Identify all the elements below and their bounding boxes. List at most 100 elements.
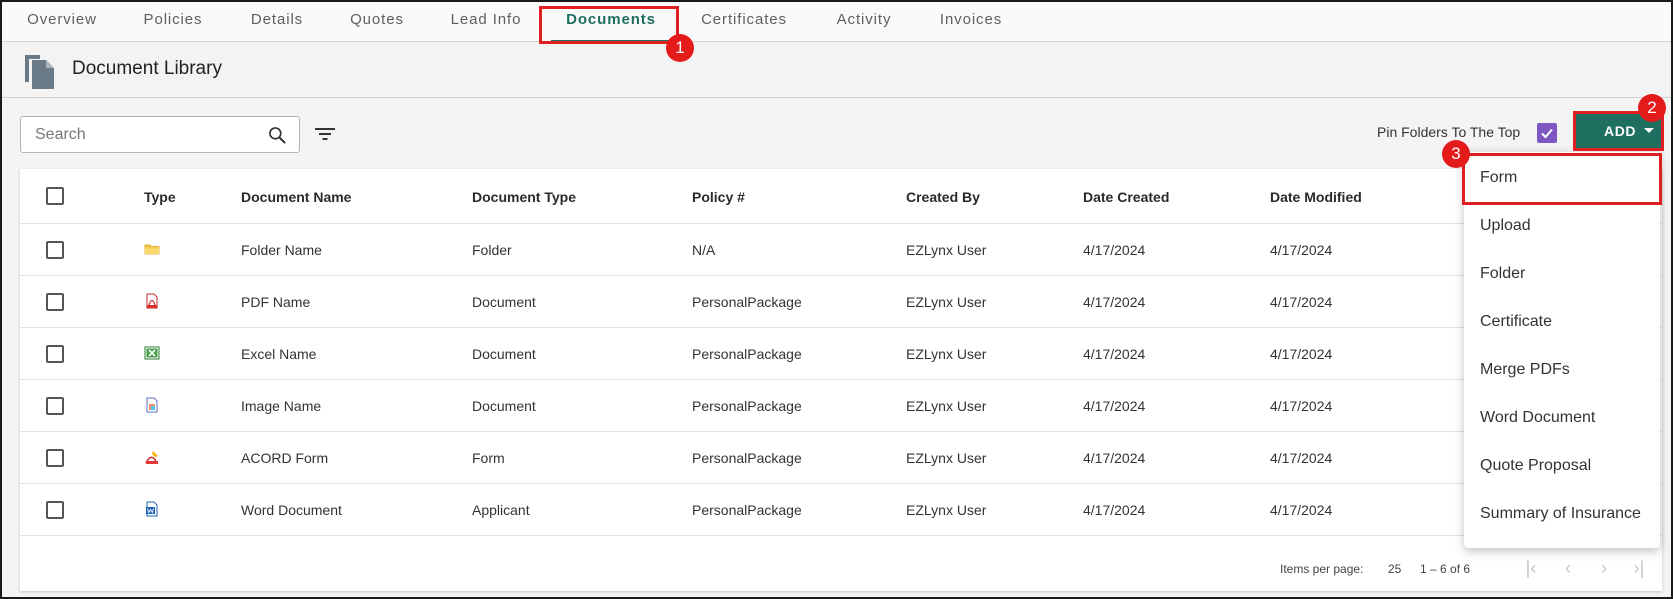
row-checkbox[interactable] [46, 449, 64, 467]
document-type: Folder [472, 242, 512, 258]
date-created: 4/17/2024 [1083, 502, 1146, 518]
document-name[interactable]: ACORD Form [241, 450, 328, 466]
page-title: Document Library [72, 58, 222, 79]
date-modified: 4/17/2024 [1270, 450, 1333, 466]
table-row[interactable]: PDF Name Document PersonalPackage EZLynx… [20, 276, 1662, 328]
tab-lead-info[interactable]: Lead Info [442, 2, 530, 42]
select-all-checkbox[interactable] [46, 187, 64, 205]
items-per-page-label: Items per page: [1280, 562, 1364, 576]
column-header-created-by[interactable]: Created By [906, 189, 980, 205]
pdf-icon [146, 293, 158, 309]
document-type: Document [472, 294, 536, 310]
policy-number: PersonalPackage [692, 502, 802, 518]
table-row[interactable]: Image Name Document PersonalPackage EZLy… [20, 380, 1662, 432]
date-modified: 4/17/2024 [1270, 294, 1333, 310]
menu-item-summary-of-insurance[interactable]: Summary of Insurance [1464, 490, 1660, 538]
column-header-document-name[interactable]: Document Name [241, 189, 351, 205]
column-header-type[interactable]: Type [144, 189, 176, 205]
next-page-icon[interactable]: › [1593, 558, 1615, 578]
column-header-policy[interactable]: Policy # [692, 189, 745, 205]
row-checkbox[interactable] [46, 293, 64, 311]
date-created: 4/17/2024 [1083, 242, 1146, 258]
document-name[interactable]: Excel Name [241, 346, 316, 362]
date-created: 4/17/2024 [1083, 450, 1146, 466]
add-button-label: ADD [1604, 123, 1637, 139]
callout-badge-1: 1 [666, 34, 694, 62]
check-icon [1541, 128, 1553, 139]
document-name[interactable]: Image Name [241, 398, 321, 414]
row-checkbox[interactable] [46, 345, 64, 363]
policy-number: PersonalPackage [692, 450, 802, 466]
excel-icon [144, 346, 160, 360]
column-header-document-type[interactable]: Document Type [472, 189, 576, 205]
first-page-icon[interactable]: |‹ [1520, 558, 1542, 578]
created-by: EZLynx User [906, 242, 987, 258]
documents-icon [25, 55, 54, 89]
page-size-select[interactable]: 25 [1388, 562, 1401, 576]
created-by: EZLynx User [906, 294, 987, 310]
tab-overview[interactable]: Overview [20, 2, 104, 42]
document-type: Applicant [472, 502, 530, 518]
search-input[interactable] [35, 125, 255, 145]
table-row[interactable]: Folder Name Folder N/A EZLynx User 4/17/… [20, 224, 1662, 276]
date-modified: 4/17/2024 [1270, 502, 1333, 518]
date-modified: 4/17/2024 [1270, 242, 1333, 258]
callout-badge-3: 3 [1442, 140, 1470, 168]
date-modified: 4/17/2024 [1270, 346, 1333, 362]
tab-policies[interactable]: Policies [134, 2, 212, 42]
table-row[interactable]: ACORD Form Form PersonalPackage EZLynx U… [20, 432, 1662, 484]
date-created: 4/17/2024 [1083, 398, 1146, 414]
policy-number: PersonalPackage [692, 346, 802, 362]
caret-down-icon [1644, 128, 1654, 133]
search-box [20, 116, 300, 153]
column-header-date-modified[interactable]: Date Modified [1270, 189, 1362, 205]
acord-form-icon [145, 451, 158, 464]
document-type: Form [472, 450, 505, 466]
page-header: Document Library [2, 42, 1671, 98]
date-created: 4/17/2024 [1083, 346, 1146, 362]
created-by: EZLynx User [906, 502, 987, 518]
callout-badge-2: 2 [1638, 94, 1666, 122]
document-type: Document [472, 398, 536, 414]
date-modified: 4/17/2024 [1270, 398, 1333, 414]
row-checkbox[interactable] [46, 241, 64, 259]
last-page-icon[interactable]: ›| [1628, 558, 1650, 578]
menu-item-upload[interactable]: Upload [1464, 202, 1660, 250]
menu-item-merge-pdfs[interactable]: Merge PDFs [1464, 346, 1660, 394]
table-header: Type Document Name Document Type Policy … [20, 169, 1662, 224]
table-row[interactable]: Excel Name Document PersonalPackage EZLy… [20, 328, 1662, 380]
page-range: 1 – 6 of 6 [1420, 562, 1471, 576]
search-icon[interactable] [267, 125, 287, 145]
document-name[interactable]: Word Document [241, 502, 342, 518]
tab-certificates[interactable]: Certificates [692, 2, 796, 42]
menu-item-word-document[interactable]: Word Document [1464, 394, 1660, 442]
word-icon [146, 501, 158, 517]
documents-table: Type Document Name Document Type Policy … [20, 169, 1662, 591]
menu-item-quote-proposal[interactable]: Quote Proposal [1464, 442, 1660, 490]
tab-quotes[interactable]: Quotes [342, 2, 412, 42]
document-name[interactable]: Folder Name [241, 242, 322, 258]
row-checkbox[interactable] [46, 397, 64, 415]
column-header-date-created[interactable]: Date Created [1083, 189, 1169, 205]
row-checkbox[interactable] [46, 501, 64, 519]
created-by: EZLynx User [906, 346, 987, 362]
pin-folders-checkbox[interactable] [1537, 123, 1557, 143]
table-row[interactable]: Word Document Applicant PersonalPackage … [20, 484, 1662, 536]
menu-item-form[interactable]: Form [1464, 154, 1660, 202]
previous-page-icon[interactable]: ‹ [1557, 558, 1579, 578]
add-menu: Form Upload Folder Certificate Merge PDF… [1464, 152, 1660, 548]
document-name[interactable]: PDF Name [241, 294, 310, 310]
date-created: 4/17/2024 [1083, 294, 1146, 310]
app-frame: Overview Policies Details Quotes Lead In… [0, 0, 1673, 599]
policy-number: PersonalPackage [692, 398, 802, 414]
paginator: Items per page: 25 1 – 6 of 6 |‹ ‹ › ›| [20, 554, 1662, 584]
folder-icon [144, 244, 160, 255]
filter-icon[interactable] [314, 124, 336, 144]
tab-details[interactable]: Details [242, 2, 312, 42]
tab-activity[interactable]: Activity [818, 2, 910, 42]
tab-invoices[interactable]: Invoices [932, 2, 1010, 42]
pin-folders-label: Pin Folders To The Top [1377, 124, 1521, 140]
menu-item-folder[interactable]: Folder [1464, 250, 1660, 298]
tab-documents[interactable]: Documents [545, 2, 677, 42]
menu-item-certificate[interactable]: Certificate [1464, 298, 1660, 346]
